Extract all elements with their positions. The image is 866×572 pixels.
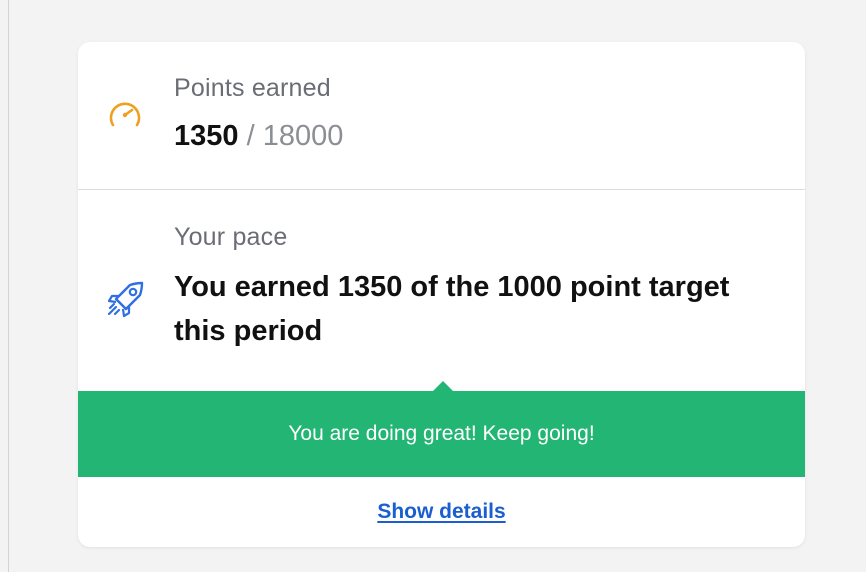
success-banner: You are doing great! Keep going! <box>78 391 805 477</box>
gauge-icon <box>105 95 145 135</box>
card-footer: Show details <box>78 477 805 547</box>
pace-label: Your pace <box>174 223 288 251</box>
pace-message: You earned 1350 of the 1000 point target… <box>174 271 730 347</box>
left-divider <box>8 0 9 572</box>
points-label: Points earned <box>174 74 331 102</box>
banner-pointer <box>433 381 453 391</box>
rocket-icon <box>104 277 148 321</box>
points-total: 18000 <box>262 120 344 152</box>
points-section: Points earned 1350 / 18000 <box>78 42 805 190</box>
pace-section: Your pace You earned 1350 of the 1000 po… <box>78 191 805 391</box>
banner-text: You are doing great! Keep going! <box>288 422 595 445</box>
points-earned: 1350 <box>174 120 239 152</box>
points-card: Points earned 1350 / 18000 Your pace You… <box>78 42 805 547</box>
points-separator: / <box>246 120 255 152</box>
points-value: 1350 / 18000 <box>174 120 343 153</box>
show-details-link[interactable]: Show details <box>377 500 505 524</box>
